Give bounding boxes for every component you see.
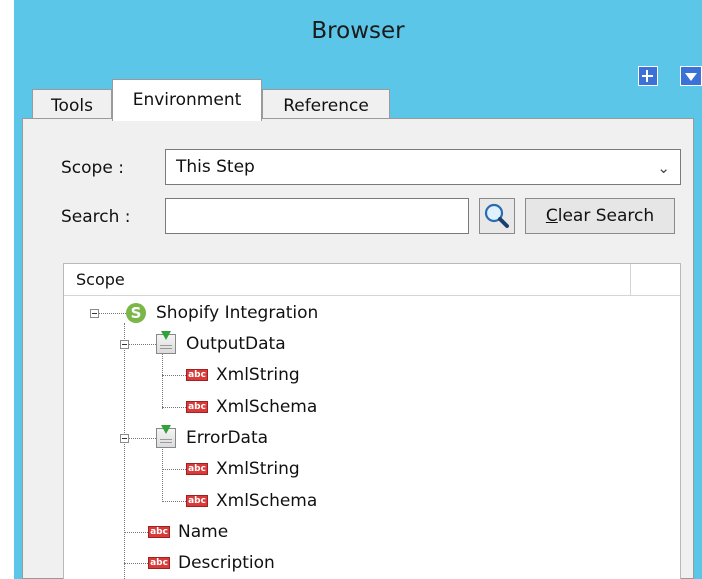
tree-node-label: ErrorData <box>186 428 269 448</box>
tree-column-header: Scope <box>64 264 680 296</box>
tree-node-label: Shopify Integration <box>156 303 319 323</box>
string-type-icon: abc <box>186 401 208 413</box>
chevron-down-icon: ⌄ <box>657 159 670 177</box>
search-button[interactable] <box>479 198 515 234</box>
tree-node-label: XmlString <box>216 459 300 479</box>
document-icon <box>156 331 176 354</box>
clear-search-accesskey: C <box>545 206 558 226</box>
tree-node-label: Name <box>178 522 229 542</box>
scope-label: Scope : <box>61 158 124 178</box>
collapse-toggle[interactable] <box>90 309 99 318</box>
tree-node-description[interactable]: abc Description <box>148 552 328 574</box>
tree-guide <box>162 375 186 376</box>
tree-node-label: XmlString <box>216 365 300 385</box>
string-type-icon: abc <box>148 526 170 538</box>
tree-node-output-xmlstring[interactable]: abc XmlString <box>186 364 366 386</box>
shopify-icon: S <box>126 303 146 323</box>
column-divider <box>630 264 631 296</box>
tree-node-label: OutputData <box>186 334 286 354</box>
collapse-toggle[interactable] <box>120 340 129 349</box>
tree-guide <box>162 447 163 502</box>
string-type-icon: abc <box>148 557 170 569</box>
tree-guide <box>162 354 163 409</box>
tab-environment[interactable]: Environment <box>112 79 262 121</box>
search-input[interactable] <box>165 198 469 234</box>
tree-guide <box>124 323 125 579</box>
tree-guide <box>94 313 128 314</box>
tab-tools[interactable]: Tools <box>32 89 112 121</box>
scope-select-value: This Step <box>176 157 255 177</box>
tree-node-label: Description <box>178 553 275 573</box>
tree-node-root[interactable]: S Shopify Integration <box>126 302 406 324</box>
tree-node-name[interactable]: abc Name <box>148 521 328 543</box>
clear-search-label: lear Search <box>557 206 655 226</box>
tree-node-label: XmlSchema <box>216 397 318 417</box>
tree-node-errordata[interactable]: ErrorData <box>156 425 356 449</box>
magnifier-icon <box>484 203 509 228</box>
tree-guide <box>162 469 186 470</box>
tab-strip: Tools Environment Reference <box>14 76 702 121</box>
string-type-icon: abc <box>186 369 208 381</box>
window-title: Browser <box>311 18 405 44</box>
tree-guide <box>124 532 148 533</box>
tree-node-label: XmlSchema <box>216 491 318 511</box>
tree-node-error-xmlstring[interactable]: abc XmlString <box>186 458 366 480</box>
tab-reference[interactable]: Reference <box>262 89 390 121</box>
scope-tree-view[interactable]: Scope S Shopify Integration OutputData a… <box>63 263 681 579</box>
tree-node-output-xmlschema[interactable]: abc XmlSchema <box>186 396 366 418</box>
search-label: Search : <box>61 207 131 227</box>
browser-window: Browser Tools Environment Reference Scop… <box>14 0 702 579</box>
tree-header-scope[interactable]: Scope <box>76 270 125 289</box>
string-type-icon: abc <box>186 495 208 507</box>
clear-search-button[interactable]: Clear Search <box>525 198 675 234</box>
document-icon <box>156 425 176 448</box>
tree-guide <box>124 563 148 564</box>
environment-panel: Scope : This Step ⌄ Search : Clear Searc… <box>22 118 694 579</box>
tree-node-outputdata[interactable]: OutputData <box>156 331 356 355</box>
scope-select[interactable]: This Step ⌄ <box>165 149 681 185</box>
tree-guide <box>162 407 186 408</box>
tree-node-error-xmlschema[interactable]: abc XmlSchema <box>186 490 366 512</box>
collapse-toggle[interactable] <box>120 434 129 443</box>
string-type-icon: abc <box>186 463 208 475</box>
tree-guide <box>162 501 186 502</box>
tree-body: S Shopify Integration OutputData abc Xml… <box>64 296 680 579</box>
